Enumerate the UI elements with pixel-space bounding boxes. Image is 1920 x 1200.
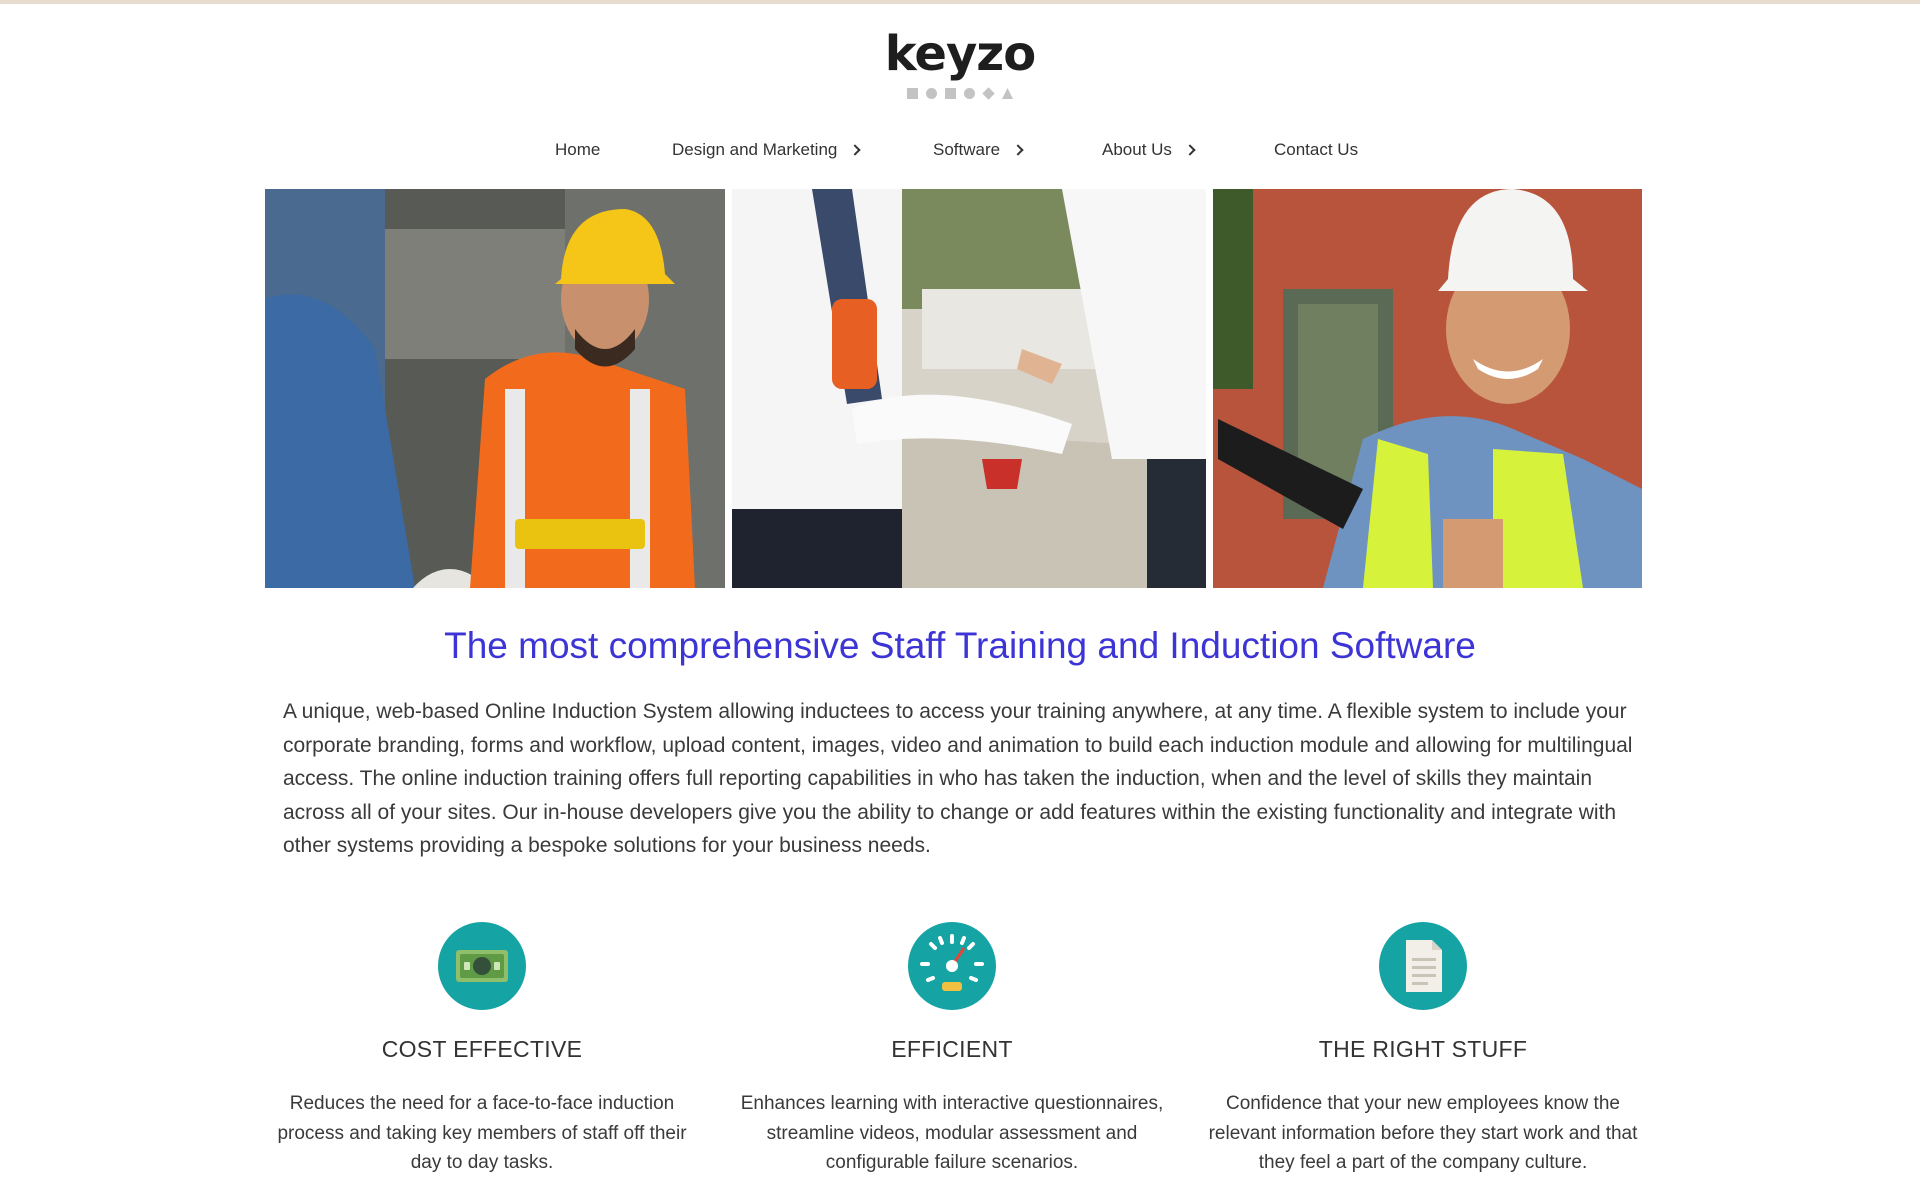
home-icon xyxy=(1002,88,1013,99)
hero-image-handshake-documents xyxy=(732,189,1206,588)
hero-image-smiling-worker xyxy=(1213,189,1642,588)
feature-title: THE RIGHT STUFF xyxy=(1318,1036,1528,1062)
feature-description: Confidence that your new employees know … xyxy=(1208,1093,1638,1173)
chevron-right-icon xyxy=(1012,144,1024,156)
chat-icon xyxy=(907,88,918,99)
site-logo[interactable]: keyzo xyxy=(0,26,1920,100)
feature-efficient: EFFICIENT Enhances learning with interac… xyxy=(737,922,1167,1178)
nav-label: Software xyxy=(933,140,1001,159)
cart-icon xyxy=(945,88,956,99)
chevron-right-icon xyxy=(849,144,862,156)
page-headline: The most comprehensive Staff Training an… xyxy=(444,625,1476,666)
hero-banner xyxy=(265,189,1642,588)
nav-about[interactable]: About Us xyxy=(1102,140,1196,160)
feature-description: Reduces the need for a face-to-face indu… xyxy=(277,1093,687,1173)
hero-image-engineer-discussion xyxy=(265,189,725,588)
chevron-right-icon xyxy=(1184,144,1196,156)
feature-the-right-stuff: THE RIGHT STUFF Confidence that your new… xyxy=(1208,922,1638,1178)
feature-cost-effective: COST EFFECTIVE Reduces the need for a fa… xyxy=(267,922,697,1178)
circle-icon xyxy=(926,88,937,99)
pen-icon xyxy=(982,87,995,100)
feature-title: EFFICIENT xyxy=(891,1036,1013,1062)
nav-contact[interactable]: Contact Us xyxy=(1274,140,1358,160)
nav-software[interactable]: Software xyxy=(933,140,1024,160)
main-nav: Home Design and Marketing Software About… xyxy=(0,140,1920,168)
nav-label: Home xyxy=(555,140,601,159)
intro-paragraph: A unique, web-based Online Induction Sys… xyxy=(283,700,1633,857)
nav-label: About Us xyxy=(1102,140,1172,159)
feature-title: COST EFFECTIVE xyxy=(381,1036,583,1062)
feature-description: Enhances learning with interactive quest… xyxy=(740,1093,1164,1173)
nav-label: Design and Marketing xyxy=(672,140,838,159)
document-icon xyxy=(1379,922,1467,1010)
nav-design-marketing[interactable]: Design and Marketing xyxy=(672,140,862,160)
top-border xyxy=(0,0,1920,4)
speedometer-icon xyxy=(908,922,996,1010)
money-icon xyxy=(438,922,526,1010)
nav-home[interactable]: Home xyxy=(555,140,600,160)
nav-label: Contact Us xyxy=(1274,140,1359,159)
dot-icon xyxy=(964,88,975,99)
logo-wordmark: keyzo xyxy=(884,26,1036,82)
logo-icon-strip xyxy=(0,87,1920,100)
